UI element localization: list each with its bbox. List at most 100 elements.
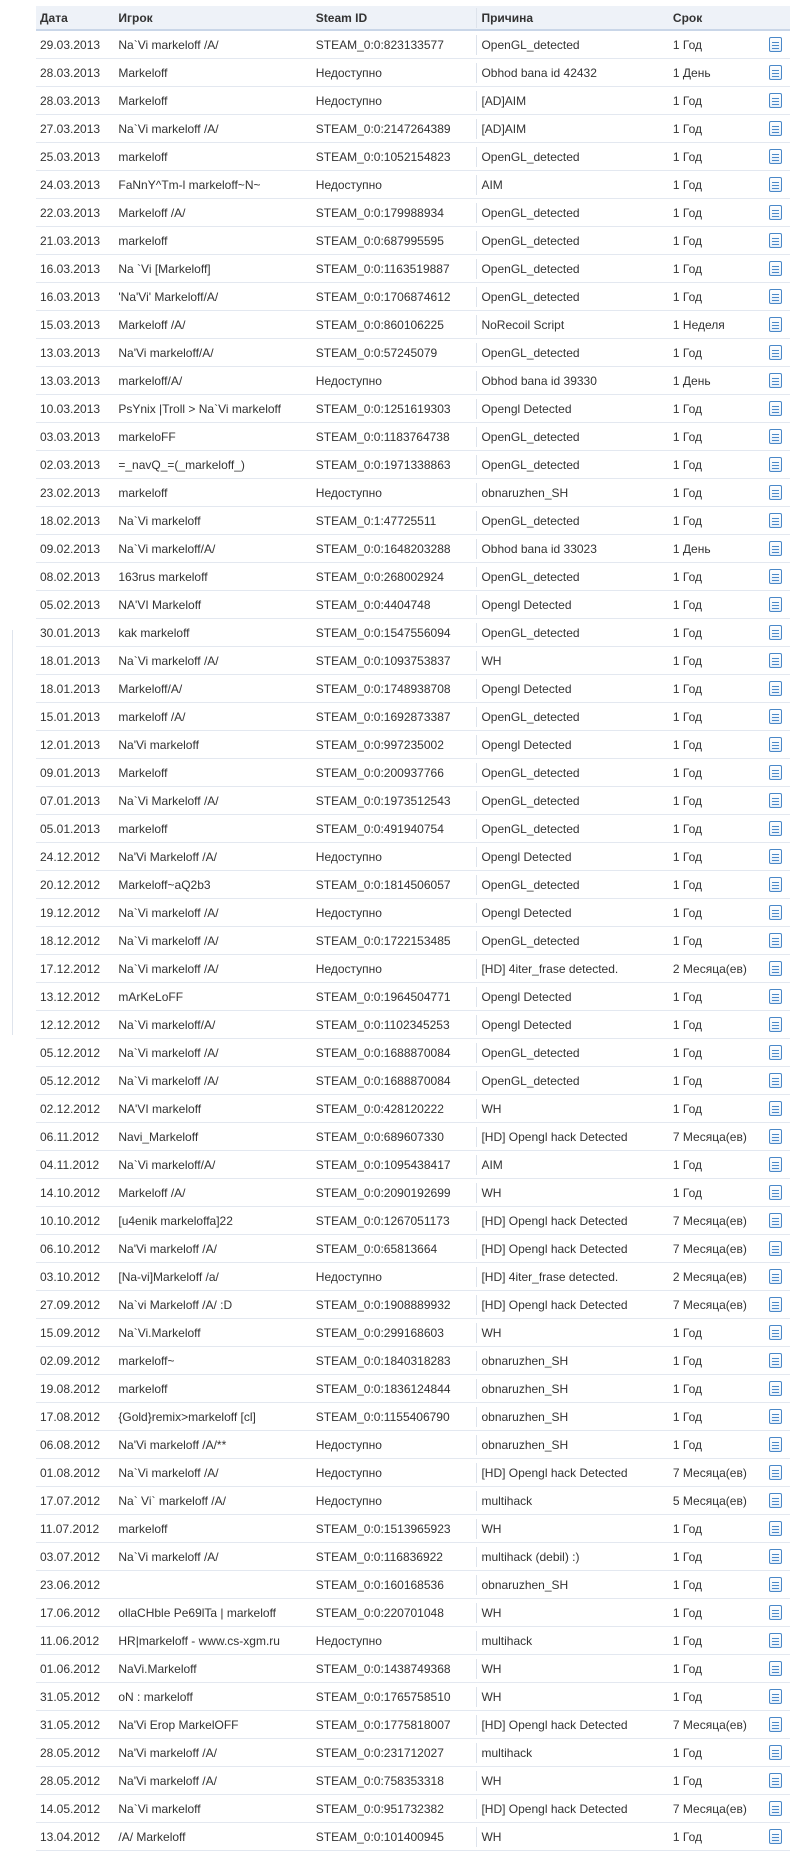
details-button[interactable] — [760, 373, 790, 388]
details-button[interactable] — [760, 1633, 790, 1648]
table-row[interactable]: 17.12.2012 Na`Vi markeloff /A/Недоступно [… — [36, 955, 790, 983]
details-button[interactable] — [760, 1129, 790, 1144]
details-button[interactable] — [760, 1325, 790, 1340]
details-button[interactable] — [760, 1745, 790, 1760]
details-button[interactable] — [760, 737, 790, 752]
details-button[interactable] — [760, 121, 790, 136]
table-row[interactable]: 21.03.2013 markeloff STEAM_0:0:687995595 Op… — [36, 227, 790, 255]
table-row[interactable]: 23.02.2013 markeloff Недоступно obnaruzhen_… — [36, 479, 790, 507]
details-button[interactable] — [760, 1465, 790, 1480]
table-row[interactable]: 11.06.2012 HR|markeloff - www.cs-xgm.ru Не… — [36, 1627, 790, 1655]
details-button[interactable] — [760, 625, 790, 640]
table-row[interactable]: 15.01.2013 markeloff /A/STEAM_0:0:169287… — [36, 703, 790, 731]
table-row[interactable]: 10.10.2012 [u4enik markeloffa]22 STEAM_0:0… — [36, 1207, 790, 1235]
details-button[interactable] — [760, 1661, 790, 1676]
table-row[interactable]: 12.12.2012 Na`Vi markeloff/A/STEAM_0:0:11… — [36, 1011, 790, 1039]
table-row[interactable]: 01.08.2012 Na`Vi markeloff /A/Недоступно [… — [36, 1459, 790, 1487]
details-button[interactable] — [760, 93, 790, 108]
table-row[interactable]: 06.08.2012 Na'Vi markeloff /A/** Недоступн… — [36, 1431, 790, 1459]
table-row[interactable]: 17.06.2012 ollaCHble Pe69lTa | markeloff S… — [36, 1599, 790, 1627]
table-row[interactable]: 05.12.2012 Na`Vi markeloff /A/STEAM_0:0:1… — [36, 1039, 790, 1067]
details-button[interactable] — [760, 1409, 790, 1424]
table-row[interactable]: 01.06.2012 NaVi.Markeloff STEAM_0:0:143874… — [36, 1655, 790, 1683]
table-row[interactable]: 28.03.2013 Markeloff Недоступно [AD]AIM 1 Го… — [36, 87, 790, 115]
details-button[interactable] — [760, 709, 790, 724]
table-row[interactable]: 11.07.2012 markeloff STEAM_0:0:1513965923 W… — [36, 1515, 790, 1543]
details-button[interactable] — [760, 1073, 790, 1088]
details-button[interactable] — [760, 569, 790, 584]
table-row[interactable]: 06.10.2012 Na'Vi markeloff /A/STEAM_0:0:6… — [36, 1235, 790, 1263]
table-row[interactable]: 24.12.2012 Na'Vi Markeloff /A/Недоступно O… — [36, 843, 790, 871]
details-button[interactable] — [760, 401, 790, 416]
details-button[interactable] — [760, 1297, 790, 1312]
table-row[interactable]: 15.09.2012 Na`Vi.Markeloff STEAM_0:0:29916… — [36, 1319, 790, 1347]
details-button[interactable] — [760, 1017, 790, 1032]
table-row[interactable]: 17.08.2012 {Gold}remix>markeloff [cl] STEA… — [36, 1403, 790, 1431]
details-button[interactable] — [760, 849, 790, 864]
details-button[interactable] — [760, 1549, 790, 1564]
table-row[interactable]: 18.12.2012 Na`Vi markeloff /A/STEAM_0:0:1… — [36, 927, 790, 955]
details-button[interactable] — [760, 37, 790, 52]
details-button[interactable] — [760, 1381, 790, 1396]
details-button[interactable] — [760, 1157, 790, 1172]
table-row[interactable]: 28.05.2012 Na'Vi markeloff /A/STEAM_0:0:2… — [36, 1739, 790, 1767]
details-button[interactable] — [760, 1185, 790, 1200]
table-row[interactable]: 02.03.2013 =_navQ_=(_markeloff_) STEAM_0:0… — [36, 451, 790, 479]
details-button[interactable] — [760, 289, 790, 304]
details-button[interactable] — [760, 765, 790, 780]
table-row[interactable]: 23.06.2012 STEAM_0:0:160168536 obnaruzhen_… — [36, 1571, 790, 1599]
table-row[interactable]: 28.03.2013 Markeloff Недоступно Obhod bana … — [36, 59, 790, 87]
details-button[interactable] — [760, 961, 790, 976]
table-row[interactable]: 27.09.2012 Na`vi Markeloff /A/ :D STEAM_0:… — [36, 1291, 790, 1319]
details-button[interactable] — [760, 681, 790, 696]
details-button[interactable] — [760, 821, 790, 836]
table-row[interactable]: 13.04.2012/A/ Markeloff STEAM_0:0:1014009… — [36, 1823, 790, 1851]
details-button[interactable] — [760, 457, 790, 472]
details-button[interactable] — [760, 1773, 790, 1788]
table-row[interactable]: 24.03.2013 FaNnY^Tm-l markeloff~N~ Недосту… — [36, 171, 790, 199]
table-row[interactable]: 05.12.2012 Na`Vi markeloff /A/STEAM_0:0:1… — [36, 1067, 790, 1095]
table-row[interactable]: 06.11.2012 Navi_Markeloff STEAM_0:0:689607… — [36, 1123, 790, 1151]
table-row[interactable]: 14.10.2012 Markeloff /A/STEAM_0:0:2090192… — [36, 1179, 790, 1207]
table-row[interactable]: 29.03.2013 Na`Vi markeloff /A/STEAM_0:0:8… — [36, 31, 790, 59]
details-button[interactable] — [760, 1241, 790, 1256]
details-button[interactable] — [760, 933, 790, 948]
details-button[interactable] — [760, 1269, 790, 1284]
table-row[interactable]: 22.03.2013 Markeloff /A/STEAM_0:0:1799889… — [36, 199, 790, 227]
table-row[interactable]: 03.03.2013 markeloFF STEAM_0:0:1183764738 O… — [36, 423, 790, 451]
table-row[interactable]: 19.08.2012 markeloff STEAM_0:0:1836124844 o… — [36, 1375, 790, 1403]
details-button[interactable] — [760, 1353, 790, 1368]
details-button[interactable] — [760, 793, 790, 808]
details-button[interactable] — [760, 1577, 790, 1592]
details-button[interactable] — [760, 149, 790, 164]
table-row[interactable]: 18.01.2013 Markeloff/A/STEAM_0:0:17489387… — [36, 675, 790, 703]
details-button[interactable] — [760, 65, 790, 80]
details-button[interactable] — [760, 429, 790, 444]
details-button[interactable] — [760, 905, 790, 920]
details-button[interactable] — [760, 877, 790, 892]
table-row[interactable]: 03.10.2012 [Na-vi]Markeloff /a/Недоступно… — [36, 1263, 790, 1291]
details-button[interactable] — [760, 1045, 790, 1060]
details-button[interactable] — [760, 1101, 790, 1116]
table-row[interactable]: 05.02.2013 NA'VI Markeloff STEAM_0:0:44047… — [36, 591, 790, 619]
details-button[interactable] — [760, 1213, 790, 1228]
table-row[interactable]: 13.03.2013 Na'Vi markeloff/A/STEAM_0:0:57… — [36, 339, 790, 367]
table-row[interactable]: 19.12.2012 Na`Vi markeloff /A/Недоступно O… — [36, 899, 790, 927]
table-row[interactable]: 15.03.2013 Markeloff /A/STEAM_0:0:8601062… — [36, 311, 790, 339]
table-row[interactable]: 27.03.2013 Na`Vi markeloff /A/STEAM_0:0:2… — [36, 115, 790, 143]
table-row[interactable]: 09.02.2013 Na`Vi markeloff/A/STEAM_0:0:16… — [36, 535, 790, 563]
table-row[interactable]: 16.03.2013 Na `Vi [Markeloff] STEAM_0:0:11… — [36, 255, 790, 283]
details-button[interactable] — [760, 1493, 790, 1508]
table-row[interactable]: 13.03.2013 markeloff/A/Недоступно Obhod ba… — [36, 367, 790, 395]
details-button[interactable] — [760, 177, 790, 192]
table-row[interactable]: 18.01.2013 Na`Vi markeloff /A/STEAM_0:0:1… — [36, 647, 790, 675]
details-button[interactable] — [760, 1689, 790, 1704]
table-row[interactable]: 09.01.2013 Markeloff STEAM_0:0:200937766 Op… — [36, 759, 790, 787]
details-button[interactable] — [760, 1437, 790, 1452]
details-button[interactable] — [760, 1829, 790, 1844]
table-row[interactable]: 31.05.2012 Na'Vi Erop MarkelOFF STEAM_0:0:… — [36, 1711, 790, 1739]
table-row[interactable]: 12.01.2013 Na'Vi markeloff STEAM_0:0:99723… — [36, 731, 790, 759]
table-row[interactable]: 13.12.2012 mArKeLoFF STEAM_0:0:1964504771 O… — [36, 983, 790, 1011]
details-button[interactable] — [760, 989, 790, 1004]
table-row[interactable]: 08.02.2013 163rus markeloff STEAM_0:0:2680… — [36, 563, 790, 591]
